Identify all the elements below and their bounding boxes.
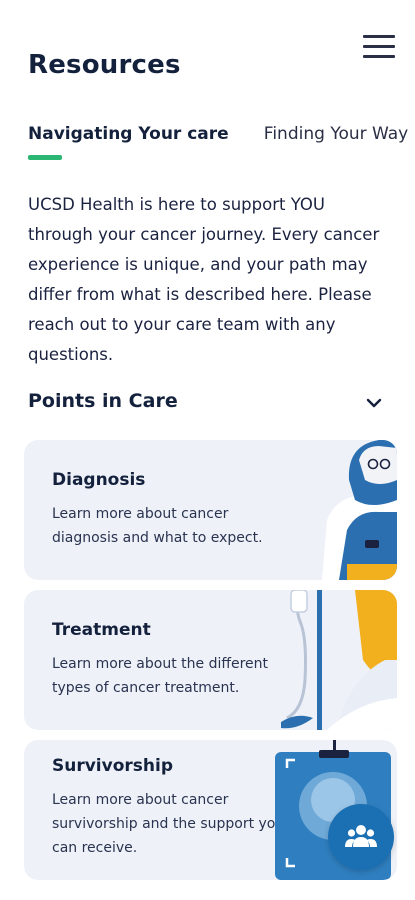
tab-finding-your-way[interactable]: Finding Your Way	[264, 124, 408, 144]
card-title: Treatment	[52, 620, 151, 640]
tab-label: Navigating Your care	[28, 124, 229, 144]
card-title: Survivorship	[52, 756, 174, 776]
card-diagnosis[interactable]: Diagnosis Learn more about cancer diagno…	[24, 440, 397, 580]
section-title: Points in Care	[28, 390, 178, 412]
card-description: Learn more about cancer survivorship and…	[52, 792, 285, 856]
tab-bar: Navigating Your care Finding Your Way	[28, 124, 415, 164]
tab-navigating-your-care[interactable]: Navigating Your care	[28, 124, 229, 160]
doctor-illustration	[322, 440, 397, 580]
intro-text: UCSD Health is here to support YOU throu…	[28, 195, 380, 364]
hamburger-menu-icon	[363, 35, 395, 38]
community-fab-button[interactable]	[328, 804, 394, 870]
points-in-care-toggle[interactable]: Points in Care	[28, 390, 387, 420]
iv-treatment-illustration	[281, 590, 397, 730]
people-group-icon	[345, 825, 377, 847]
page-title: Resources	[28, 50, 181, 80]
chevron-down-icon	[366, 398, 382, 408]
card-description: Learn more about the different types of …	[52, 656, 269, 696]
card-description: Learn more about cancer diagnosis and wh…	[52, 506, 263, 546]
menu-button[interactable]	[363, 33, 395, 59]
tab-label: Finding Your Way	[263, 124, 409, 144]
card-treatment[interactable]: Treatment Learn more about the different…	[24, 590, 397, 730]
card-title: Diagnosis	[52, 470, 146, 490]
active-tab-indicator	[28, 155, 62, 160]
